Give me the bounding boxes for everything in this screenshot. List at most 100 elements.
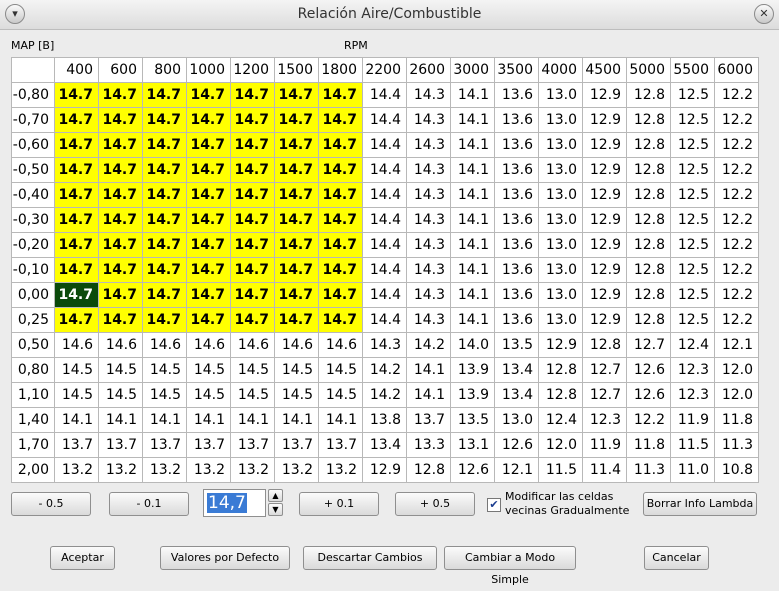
afr-cell[interactable]: 12.1 — [494, 457, 539, 483]
afr-cell[interactable]: 14.7 — [274, 82, 319, 108]
afr-cell[interactable]: 14.1 — [450, 107, 495, 133]
afr-cell[interactable]: 14.0 — [450, 332, 495, 358]
afr-cell[interactable]: 13.7 — [406, 407, 451, 433]
afr-cell[interactable]: 12.9 — [362, 457, 407, 483]
afr-cell[interactable]: 12.8 — [626, 82, 671, 108]
afr-cell[interactable]: 13.0 — [538, 157, 583, 183]
afr-cell[interactable]: 14.1 — [450, 307, 495, 333]
afr-cell[interactable]: 12.5 — [670, 82, 715, 108]
afr-cell[interactable]: 12.8 — [626, 207, 671, 233]
afr-cell[interactable]: 14.1 — [98, 407, 143, 433]
afr-cell[interactable]: 13.4 — [362, 432, 407, 458]
afr-cell[interactable]: 12.6 — [626, 357, 671, 383]
afr-cell[interactable]: 14.5 — [54, 382, 99, 408]
afr-cell[interactable]: 12.0 — [714, 382, 759, 408]
afr-cell[interactable]: 12.2 — [714, 107, 759, 133]
afr-cell[interactable]: 12.6 — [626, 382, 671, 408]
afr-cell[interactable]: 14.5 — [142, 382, 187, 408]
afr-cell[interactable]: 14.1 — [406, 357, 451, 383]
afr-cell[interactable]: 13.7 — [274, 432, 319, 458]
afr-cell[interactable]: 14.1 — [230, 407, 275, 433]
afr-cell[interactable]: 13.2 — [186, 457, 231, 483]
afr-cell[interactable]: 14.7 — [142, 182, 187, 208]
afr-cell[interactable]: 14.7 — [230, 257, 275, 283]
afr-cell[interactable]: 14.5 — [98, 382, 143, 408]
afr-cell[interactable]: 13.7 — [98, 432, 143, 458]
afr-cell[interactable]: 14.7 — [318, 307, 363, 333]
afr-cell[interactable]: 14.4 — [362, 257, 407, 283]
afr-cell[interactable]: 13.8 — [362, 407, 407, 433]
afr-cell[interactable]: 13.7 — [230, 432, 275, 458]
afr-cell[interactable]: 14.7 — [142, 282, 187, 308]
afr-cell[interactable]: 12.8 — [582, 332, 627, 358]
afr-cell[interactable]: 13.2 — [142, 457, 187, 483]
afr-cell[interactable]: 14.5 — [274, 382, 319, 408]
afr-cell[interactable]: 10.8 — [714, 457, 759, 483]
afr-cell[interactable]: 11.3 — [714, 432, 759, 458]
afr-cell[interactable]: 14.7 — [230, 182, 275, 208]
afr-cell[interactable]: 12.5 — [670, 182, 715, 208]
afr-cell[interactable]: 12.9 — [582, 182, 627, 208]
afr-cell[interactable]: 12.9 — [582, 307, 627, 333]
afr-cell[interactable]: 14.7 — [274, 257, 319, 283]
afr-cell[interactable]: 14.6 — [318, 332, 363, 358]
afr-cell[interactable]: 12.7 — [582, 357, 627, 383]
afr-cell[interactable]: 14.3 — [406, 107, 451, 133]
afr-cell[interactable]: 14.7 — [98, 82, 143, 108]
afr-cell[interactable]: 12.7 — [626, 332, 671, 358]
afr-cell[interactable]: 13.9 — [450, 382, 495, 408]
afr-cell[interactable]: 14.7 — [186, 82, 231, 108]
afr-cell[interactable]: 12.9 — [582, 257, 627, 283]
afr-cell[interactable]: 11.9 — [670, 407, 715, 433]
afr-cell[interactable]: 13.3 — [406, 432, 451, 458]
afr-cell[interactable]: 14.1 — [406, 382, 451, 408]
afr-cell[interactable]: 11.8 — [626, 432, 671, 458]
afr-cell[interactable]: 14.7 — [274, 232, 319, 258]
afr-cell[interactable]: 14.5 — [230, 357, 275, 383]
cancel-button[interactable]: Cancelar — [644, 546, 709, 570]
afr-cell[interactable]: 14.3 — [406, 182, 451, 208]
afr-cell[interactable]: 12.8 — [626, 182, 671, 208]
afr-cell[interactable]: 14.4 — [362, 157, 407, 183]
afr-cell[interactable]: 14.7 — [230, 232, 275, 258]
afr-cell[interactable]: 14.4 — [362, 132, 407, 158]
afr-cell[interactable]: 14.6 — [230, 332, 275, 358]
afr-cell[interactable]: 14.6 — [98, 332, 143, 358]
afr-cell[interactable]: 14.7 — [186, 232, 231, 258]
afr-cell[interactable]: 12.9 — [538, 332, 583, 358]
afr-cell[interactable]: 14.7 — [230, 157, 275, 183]
afr-cell[interactable]: 14.1 — [450, 82, 495, 108]
afr-cell[interactable]: 14.7 — [54, 307, 99, 333]
afr-cell[interactable]: 12.8 — [406, 457, 451, 483]
afr-cell[interactable]: 12.8 — [626, 232, 671, 258]
afr-cell[interactable]: 12.9 — [582, 82, 627, 108]
increase-0.1-button[interactable]: + 0.1 — [299, 492, 379, 516]
afr-cell[interactable]: 14.4 — [362, 307, 407, 333]
afr-cell[interactable]: 14.4 — [362, 82, 407, 108]
afr-cell[interactable]: 12.2 — [714, 182, 759, 208]
afr-cell[interactable]: 11.9 — [582, 432, 627, 458]
afr-cell[interactable]: 14.1 — [450, 182, 495, 208]
afr-cell[interactable]: 11.4 — [582, 457, 627, 483]
afr-cell[interactable]: 12.9 — [582, 207, 627, 233]
afr-cell[interactable]: 14.4 — [362, 182, 407, 208]
afr-cell[interactable]: 12.5 — [670, 282, 715, 308]
afr-cell[interactable]: 12.5 — [670, 307, 715, 333]
afr-cell[interactable]: 14.7 — [318, 157, 363, 183]
afr-cell[interactable]: 13.7 — [142, 432, 187, 458]
afr-cell[interactable]: 12.6 — [450, 457, 495, 483]
afr-cell[interactable]: 13.0 — [538, 132, 583, 158]
afr-cell[interactable]: 13.4 — [494, 357, 539, 383]
afr-cell[interactable]: 14.7 — [230, 282, 275, 308]
discard-changes-button[interactable]: Descartar Cambios — [303, 546, 437, 570]
afr-cell[interactable]: 14.7 — [318, 282, 363, 308]
afr-cell[interactable]: 12.8 — [626, 307, 671, 333]
afr-cell[interactable]: 13.0 — [538, 257, 583, 283]
afr-cell[interactable]: 14.5 — [318, 382, 363, 408]
afr-cell[interactable]: 14.7 — [318, 82, 363, 108]
afr-cell[interactable]: 14.7 — [274, 182, 319, 208]
afr-cell[interactable]: 13.0 — [538, 307, 583, 333]
afr-cell[interactable]: 13.0 — [538, 207, 583, 233]
afr-cell[interactable]: 14.5 — [142, 357, 187, 383]
afr-cell[interactable]: 14.4 — [362, 107, 407, 133]
